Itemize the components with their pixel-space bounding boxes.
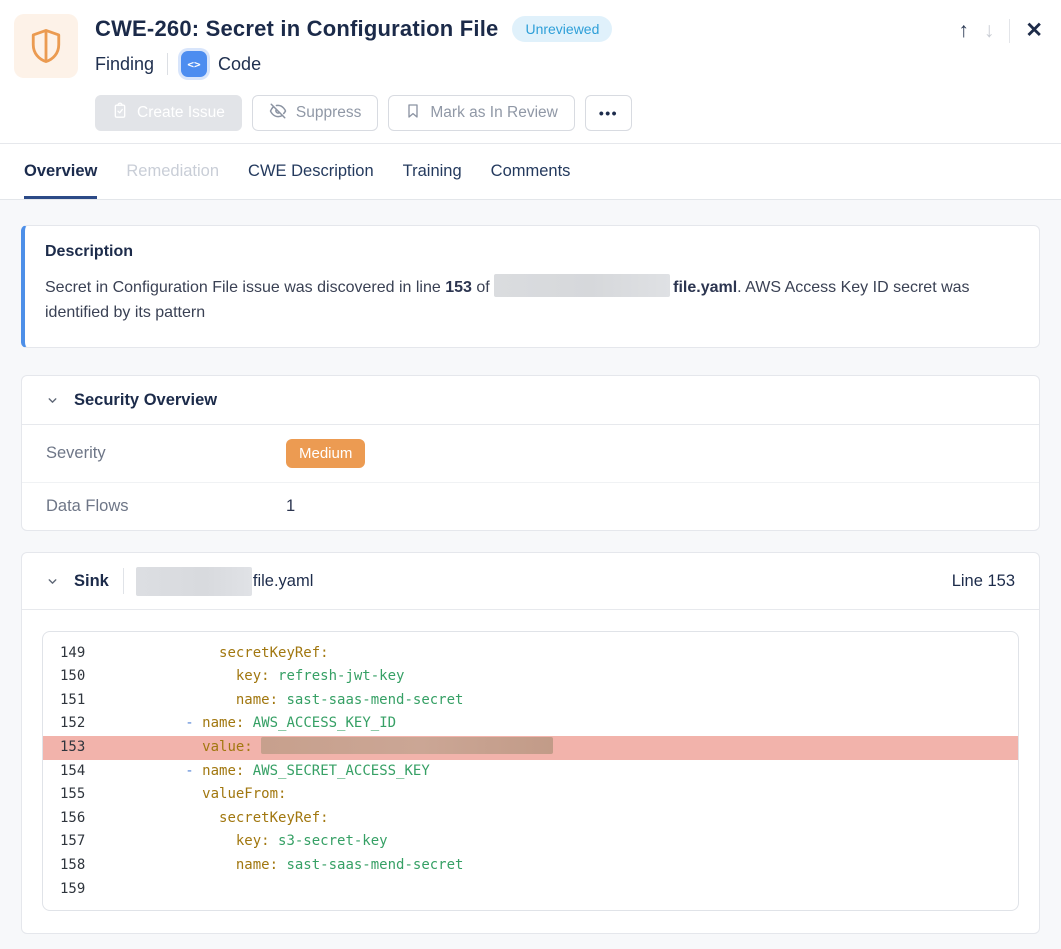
code-line-152: 152 - name: AWS_ACCESS_KEY_ID — [43, 712, 1018, 736]
severity-label: Severity — [46, 444, 286, 463]
code-text: name: sast-saas-mend-secret — [101, 689, 463, 713]
bookmark-icon — [405, 102, 421, 125]
redacted-path-blur — [136, 567, 252, 596]
tab-remediation[interactable]: Remediation — [126, 144, 219, 199]
code-icon: <> — [181, 51, 207, 77]
divider — [1009, 19, 1010, 43]
code-line-159: 159 — [43, 878, 1018, 902]
code-text: secretKeyRef: — [101, 807, 329, 831]
redacted-secret-blur — [261, 737, 553, 754]
line-number: 153 — [43, 736, 101, 760]
line-number: 157 — [43, 830, 101, 854]
code-line-156: 156 secretKeyRef: — [43, 807, 1018, 831]
tab-overview[interactable]: Overview — [24, 144, 97, 199]
suppress-button[interactable]: Suppress — [252, 95, 378, 131]
tab-training[interactable]: Training — [403, 144, 462, 199]
tab-comments[interactable]: Comments — [491, 144, 571, 199]
data-flows-label: Data Flows — [46, 497, 286, 516]
finding-detail-panel: CWE-260: Secret in Configuration File Un… — [0, 0, 1061, 949]
code-line-154: 154 - name: AWS_SECRET_ACCESS_KEY — [43, 760, 1018, 784]
previous-finding-button[interactable]: ↑ — [958, 20, 969, 41]
data-flows-row: Data Flows 1 — [22, 482, 1039, 530]
code-text: - name: AWS_SECRET_ACCESS_KEY — [101, 760, 430, 784]
code-line-149: 149 secretKeyRef: — [43, 642, 1018, 666]
status-badge: Unreviewed — [512, 16, 612, 42]
tab-cwe-description[interactable]: CWE Description — [248, 144, 374, 199]
create-issue-button[interactable]: Create Issue — [95, 95, 242, 131]
code-line-157: 157 key: s3-secret-key — [43, 830, 1018, 854]
code-text: key: refresh-jwt-key — [101, 665, 404, 689]
finding-type-label: Finding — [95, 54, 154, 75]
shield-icon — [14, 14, 78, 78]
code-block: 149 secretKeyRef:150 key: refresh-jwt-ke… — [42, 631, 1019, 912]
header: CWE-260: Secret in Configuration File Un… — [0, 0, 1061, 143]
eye-off-icon — [269, 102, 287, 125]
sink-card: Sink file.yaml Line 153 149 secretKeyRef… — [21, 552, 1040, 935]
tabs-bar: Overview Remediation CWE Description Tra… — [0, 143, 1061, 200]
severity-badge: Medium — [286, 439, 365, 468]
severity-row: Severity Medium — [22, 425, 1039, 482]
sink-body: 149 secretKeyRef:150 key: refresh-jwt-ke… — [22, 610, 1039, 934]
clipboard-check-icon — [112, 102, 128, 124]
security-overview-header: Security Overview — [22, 376, 1039, 425]
close-icon[interactable]: ✕ — [1025, 18, 1043, 43]
next-finding-button[interactable]: ↓ — [984, 20, 995, 41]
sink-header: Sink file.yaml Line 153 — [22, 553, 1039, 610]
code-line-151: 151 name: sast-saas-mend-secret — [43, 689, 1018, 713]
line-number-emphasis: 153 — [445, 279, 472, 296]
code-line-155: 155 valueFrom: — [43, 783, 1018, 807]
code-line-150: 150 key: refresh-jwt-key — [43, 665, 1018, 689]
more-actions-button[interactable]: ••• — [585, 95, 632, 131]
line-number: 154 — [43, 760, 101, 784]
divider — [123, 568, 124, 594]
code-line-158: 158 name: sast-saas-mend-secret — [43, 854, 1018, 878]
divider — [167, 53, 168, 75]
sink-file-name: file.yaml — [253, 572, 314, 591]
code-text: key: s3-secret-key — [101, 830, 388, 854]
code-text: name: sast-saas-mend-secret — [101, 854, 463, 878]
line-number: 155 — [43, 783, 101, 807]
actions-toolbar: Create Issue Suppress Ma — [95, 95, 1045, 131]
category-label: Code — [218, 54, 261, 75]
code-text: - name: AWS_ACCESS_KEY_ID — [101, 712, 396, 736]
line-number: 150 — [43, 665, 101, 689]
line-number: 156 — [43, 807, 101, 831]
security-overview-card: Security Overview Severity Medium Data F… — [21, 375, 1040, 531]
redacted-path-blur — [494, 274, 670, 297]
line-number: 158 — [43, 854, 101, 878]
file-name-emphasis: file.yaml — [673, 279, 737, 296]
line-number: 152 — [43, 712, 101, 736]
line-number: 149 — [43, 642, 101, 666]
chevron-down-icon[interactable] — [46, 394, 59, 407]
chevron-down-icon[interactable] — [46, 575, 59, 588]
description-heading: Description — [45, 243, 1015, 261]
page-title: CWE-260: Secret in Configuration File — [95, 16, 498, 42]
code-text: value: — [101, 736, 553, 760]
header-controls: ↑ ↓ ✕ — [958, 18, 1043, 43]
line-number: 151 — [43, 689, 101, 713]
description-text: Secret in Configuration File issue was d… — [45, 274, 1005, 326]
sink-title: Sink — [74, 572, 109, 591]
code-text: valueFrom: — [101, 783, 286, 807]
line-number: 159 — [43, 878, 101, 902]
code-text: secretKeyRef: — [101, 642, 329, 666]
overview-tab-content: Description Secret in Configuration File… — [0, 200, 1061, 934]
security-overview-title: Security Overview — [74, 391, 217, 410]
sink-line-reference: Line 153 — [952, 572, 1015, 591]
mark-in-review-button[interactable]: Mark as In Review — [388, 95, 574, 131]
code-line-153: 153 value: — [43, 736, 1018, 760]
description-card: Description Secret in Configuration File… — [21, 225, 1040, 348]
data-flows-value: 1 — [286, 497, 295, 516]
